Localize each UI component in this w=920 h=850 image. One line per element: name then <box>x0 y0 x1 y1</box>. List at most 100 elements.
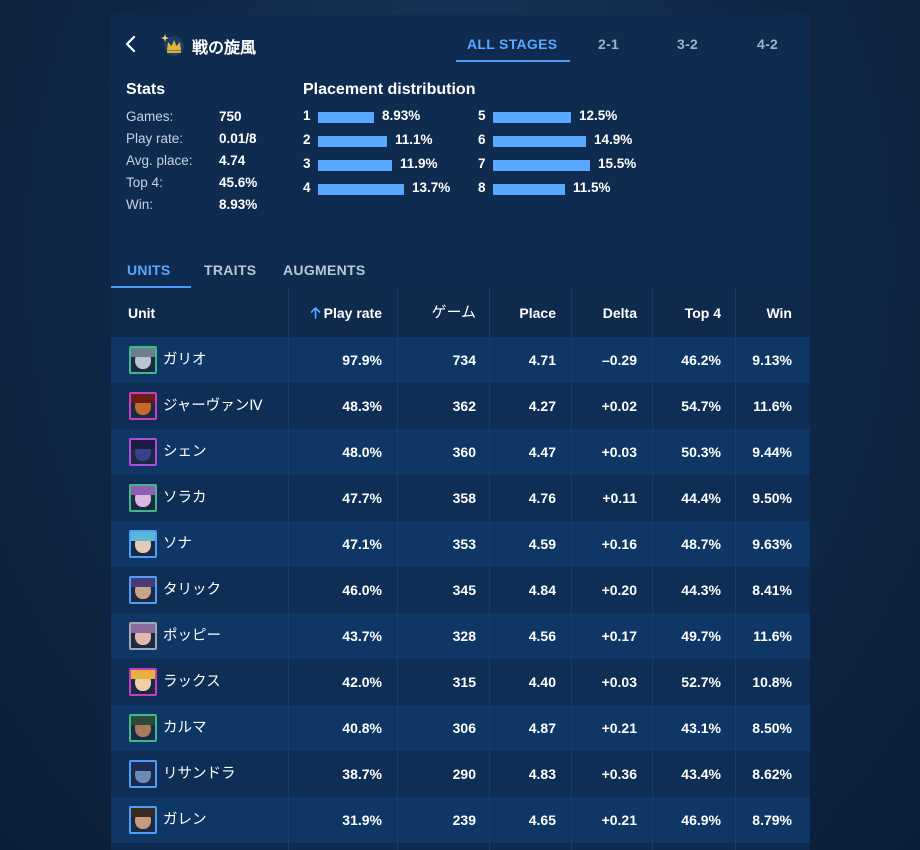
cell-place: 4.76 <box>528 490 556 506</box>
table-row[interactable]: カルマ 40.8% 306 4.87 +0.21 43.1% 8.50% <box>111 705 810 751</box>
placement-percent: 12.5% <box>579 108 618 123</box>
cell-games: 353 <box>452 536 476 552</box>
table-row[interactable]: ジャーヴァンⅣ 48.3% 362 4.27 +0.02 54.7% 11.6% <box>111 383 810 429</box>
cell-games: 360 <box>452 444 476 460</box>
column-divider <box>288 289 289 850</box>
placement-percent: 15.5% <box>598 156 637 171</box>
tab-stage-2-1[interactable]: 2-1 <box>598 36 619 52</box>
cell-top4: 46.9% <box>681 812 721 828</box>
placement-number: 4 <box>303 180 311 195</box>
unit-portrait-icon <box>129 530 157 558</box>
cell-place: 4.87 <box>528 720 556 736</box>
column-header-place[interactable]: Place <box>491 289 556 337</box>
placement-number: 8 <box>478 180 486 195</box>
stat-label-top4: Top 4: <box>126 175 163 190</box>
unit-name: リサンドラ <box>163 766 236 782</box>
cell-top4: 43.4% <box>681 766 721 782</box>
cell-place: 4.47 <box>528 444 556 460</box>
table-row[interactable]: ソナ 47.1% 353 4.59 +0.16 48.7% 9.63% <box>111 521 810 567</box>
unit-portrait-icon <box>129 392 157 420</box>
stat-label-win: Win: <box>126 197 153 212</box>
placement-percent: 13.7% <box>412 180 451 195</box>
unit-name: シェン <box>163 444 207 460</box>
cell-win: 11.6% <box>753 628 792 644</box>
unit-name: カルマ <box>163 720 207 736</box>
cell-delta: +0.21 <box>601 720 637 736</box>
active-section-indicator <box>111 286 191 288</box>
cell-play-rate: 48.3% <box>342 398 382 414</box>
table-row[interactable]: ラックス 42.0% 315 4.40 +0.03 52.7% 10.8% <box>111 659 810 705</box>
cell-top4: 46.2% <box>681 352 721 368</box>
unit-name: ジャーヴァンⅣ <box>163 398 263 414</box>
column-divider <box>735 289 736 850</box>
table-row[interactable]: ポッピー 43.7% 328 4.56 +0.17 49.7% 11.6% <box>111 613 810 659</box>
unit-portrait-icon <box>129 714 157 742</box>
stat-value-top4: 45.6% <box>219 175 258 190</box>
placement-number: 1 <box>303 108 311 123</box>
placement-number: 2 <box>303 132 311 147</box>
cell-win: 8.50% <box>752 720 792 736</box>
placement-bar <box>493 184 565 195</box>
header: 戦の旋風 ALL STAGES 2-1 3-2 4-2 <box>111 15 810 75</box>
cell-top4: 50.3% <box>681 444 721 460</box>
unit-name: ソナ <box>163 536 192 552</box>
placement-number: 3 <box>303 156 311 171</box>
cell-delta: +0.21 <box>601 812 637 828</box>
column-header-play-rate-label: Play rate <box>323 305 382 321</box>
column-header-top4[interactable]: Top 4 <box>653 289 721 337</box>
cell-top4: 44.4% <box>681 490 721 506</box>
placement-row: 6 14.9% <box>478 132 653 150</box>
tab-augments[interactable]: AUGMENTS <box>283 262 366 278</box>
placement-row: 5 12.5% <box>478 108 653 126</box>
crown-icon <box>161 31 187 59</box>
column-header-delta[interactable]: Delta <box>571 289 637 337</box>
table-row[interactable]: ソラカ 47.7% 358 4.76 +0.11 44.4% 9.50% <box>111 475 810 521</box>
placement-row: 3 11.9% <box>303 156 478 174</box>
cell-win: 8.79% <box>752 812 792 828</box>
unit-name: ラックス <box>163 674 221 690</box>
table-row[interactable]: ガリオ 97.9% 734 4.71 –0.29 46.2% 9.13% <box>111 337 810 383</box>
chevron-left-icon[interactable] <box>121 33 141 55</box>
placement-row: 2 11.1% <box>303 132 478 150</box>
cell-top4: 52.7% <box>681 674 721 690</box>
table-row[interactable]: リサンドラ 38.7% 290 4.83 +0.36 43.4% 8.62% <box>111 751 810 797</box>
cell-place: 4.56 <box>528 628 556 644</box>
cell-play-rate: 31.9% <box>342 812 382 828</box>
unit-name: ポッピー <box>163 628 221 644</box>
cell-top4: 43.1% <box>681 720 721 736</box>
placement-percent: 11.1% <box>395 132 433 147</box>
placement-row: 4 13.7% <box>303 180 478 198</box>
stat-value-play-rate: 0.01/8 <box>219 131 257 146</box>
tab-stage-4-2[interactable]: 4-2 <box>757 36 778 52</box>
unit-name: ガレン <box>163 812 207 828</box>
tab-stage-3-2[interactable]: 3-2 <box>677 36 698 52</box>
placement-percent: 11.9% <box>400 156 438 171</box>
placement-row: 7 15.5% <box>478 156 653 174</box>
table-row[interactable]: ガレン 31.9% 239 4.65 +0.21 46.9% 8.79% <box>111 797 810 843</box>
column-divider <box>489 289 490 850</box>
cell-place: 4.71 <box>528 352 556 368</box>
cell-delta: +0.36 <box>601 766 637 782</box>
placement-bar <box>318 112 374 123</box>
cell-place: 4.27 <box>528 398 556 414</box>
cell-games: 315 <box>452 674 476 690</box>
stat-value-win: 8.93% <box>219 197 258 212</box>
table-row[interactable]: タリック 46.0% 345 4.84 +0.20 44.3% 8.41% <box>111 567 810 613</box>
tab-all-stages[interactable]: ALL STAGES <box>467 36 557 52</box>
column-header-win[interactable]: Win <box>735 289 792 337</box>
cell-delta: +0.02 <box>601 398 637 414</box>
column-header-play-rate[interactable]: Play rate <box>304 289 382 337</box>
placement-percent: 8.93% <box>382 108 421 123</box>
cell-play-rate: 47.7% <box>342 490 382 506</box>
cell-top4: 48.7% <box>681 536 721 552</box>
placement-bar <box>318 184 404 195</box>
column-header-games[interactable]: ゲーム <box>399 289 476 337</box>
cell-place: 4.83 <box>528 766 556 782</box>
column-header-unit[interactable]: Unit <box>128 289 155 337</box>
table-row[interactable]: シェン 48.0% 360 4.47 +0.03 50.3% 9.44% <box>111 429 810 475</box>
cell-play-rate: 48.0% <box>342 444 382 460</box>
tab-traits[interactable]: TRAITS <box>204 262 256 278</box>
cell-win: 11.6% <box>753 398 792 414</box>
cell-delta: +0.03 <box>601 674 637 690</box>
tab-units[interactable]: UNITS <box>127 262 171 278</box>
